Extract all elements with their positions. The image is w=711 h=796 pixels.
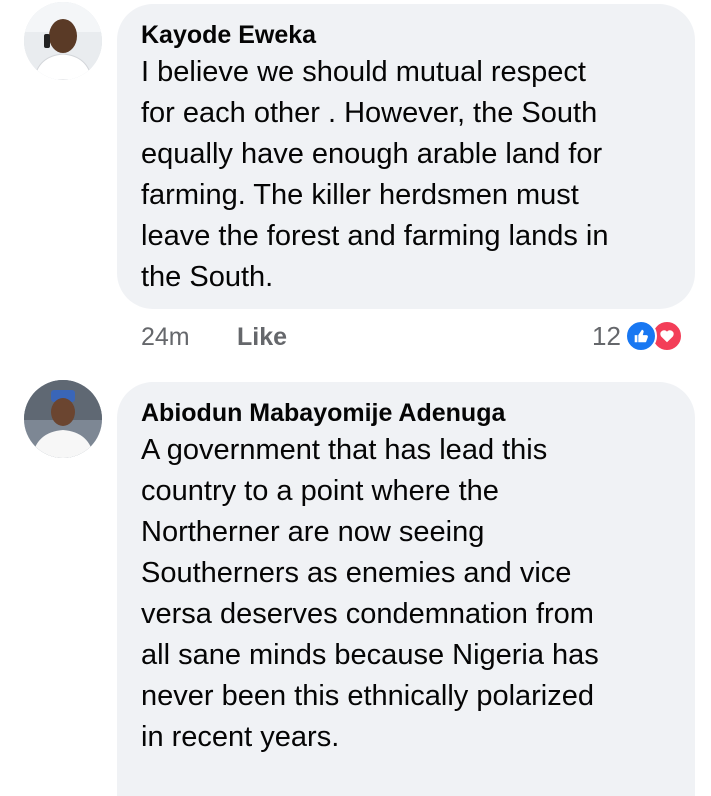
comment-author[interactable]: Abiodun Mabayomije Adenuga — [141, 396, 669, 430]
avatar[interactable] — [24, 2, 102, 80]
reaction-count: 12 — [592, 320, 621, 351]
comment-text: I believe we should mutual respect for e… — [141, 56, 609, 293]
avatar[interactable] — [24, 380, 102, 458]
like-button[interactable]: Like — [237, 323, 287, 352]
comment-bubble: Kayode Eweka I believe we should mutual … — [117, 4, 695, 309]
reactions-summary[interactable]: 12 — [592, 320, 683, 352]
comment-timestamp[interactable]: 24m — [141, 323, 190, 352]
comment-text: A government that has lead this country … — [141, 434, 599, 753]
like-reaction-icon — [624, 320, 657, 352]
comment-bubble: Abiodun Mabayomije Adenuga A government … — [117, 382, 695, 796]
comment-author[interactable]: Kayode Eweka — [141, 18, 669, 52]
